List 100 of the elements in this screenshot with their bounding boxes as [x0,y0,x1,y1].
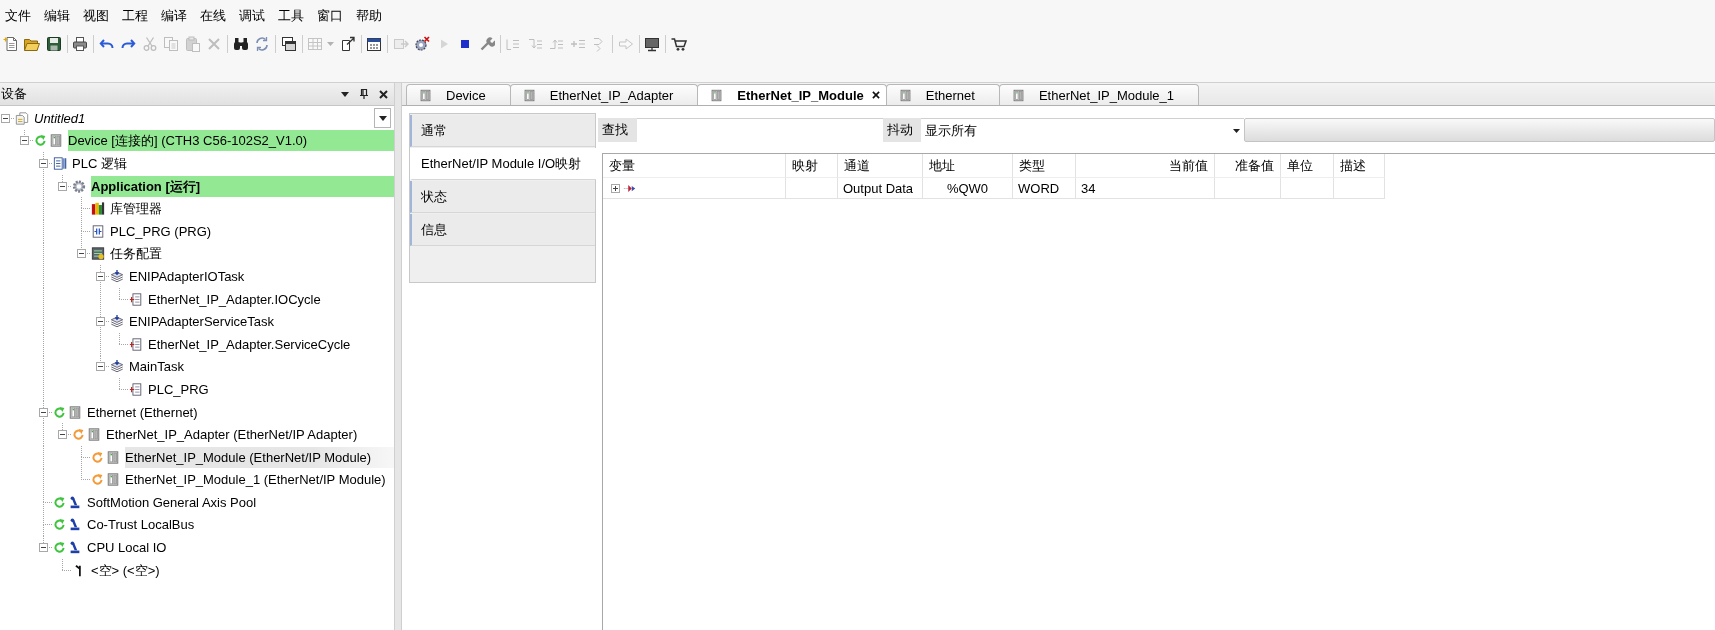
tree-item[interactable]: PLC_PRG (PRG) [110,220,214,242]
cart-icon[interactable] [670,36,687,52]
side-tab[interactable]: EtherNet/IP Module I/O映射 [410,148,596,180]
side-tab[interactable]: 通常 [410,115,595,147]
tree-item[interactable]: EtherNet_IP_Module_1 (EtherNet/IP Module) [125,469,388,491]
tree-item[interactable]: Ethernet (Ethernet) [87,401,200,423]
column-header[interactable]: 变量 [603,154,786,177]
tree-item[interactable]: MainTask [129,356,186,378]
expand-icon[interactable] [611,183,620,193]
editor-tab[interactable]: Device [406,84,511,105]
device-icon [419,88,432,102]
close-icon[interactable] [379,89,388,99]
table-cell [1281,177,1334,199]
editor-tab[interactable]: EtherNet_IP_Module [697,84,887,105]
tree-item[interactable]: PLC 逻辑 [72,153,129,174]
collapse-icon[interactable] [58,430,67,440]
books-icon [91,201,105,217]
side-tab[interactable]: 信息 [410,214,595,246]
column-header[interactable]: 通道 [838,154,923,177]
dropdown-button[interactable] [374,108,391,129]
menu-item[interactable]: 调试 [232,5,272,26]
monitor-icon[interactable] [644,36,661,52]
menu-item[interactable]: 帮助 [349,5,389,26]
document-arrow-icon[interactable] [339,36,356,52]
collapse-icon[interactable] [39,159,48,168]
side-tab[interactable]: 状态 [410,181,595,213]
layers-arrow-icon [110,314,124,330]
device-icon [106,472,120,488]
tree-item[interactable]: 任务配置 [110,243,164,265]
document-plus-icon [129,381,143,397]
tree-item[interactable]: CPU Local IO [87,537,169,559]
calendar-icon[interactable] [366,36,383,52]
close-icon[interactable] [871,91,880,99]
menu-item[interactable]: 工程 [115,5,155,26]
tree-item[interactable]: Co-Trust LocalBus [87,514,197,536]
gear-cross-icon[interactable] [414,36,431,52]
menu-item[interactable]: 编译 [154,5,194,26]
printer-icon[interactable] [72,36,89,52]
device-icon [106,449,120,465]
collapse-icon[interactable] [96,271,105,281]
menu-item[interactable]: 视图 [76,5,116,26]
gear-icon [72,178,86,194]
documents-icon [15,110,29,126]
binoculars-icon[interactable] [232,36,249,52]
tree-item[interactable]: ENIPAdapterIOTask [129,265,247,287]
open-folder-icon[interactable] [24,36,41,52]
tree-item[interactable]: ENIPAdapterServiceTask [129,311,276,333]
table-cell [1334,177,1385,199]
robot-arm-icon [68,517,82,533]
device-icon [522,88,536,102]
tree-item[interactable]: Untitled1 [34,107,88,129]
collapse-icon[interactable] [39,407,48,417]
column-header[interactable]: 描述 [1334,154,1385,177]
collapse-icon[interactable] [20,136,29,146]
collapse-icon[interactable] [1,113,10,123]
collapse-icon[interactable] [96,362,105,372]
tree-item[interactable]: Device [连接的] (CTH3 C56-102S2_V1.0) [68,130,394,152]
collapse-icon[interactable] [77,249,86,259]
tree-item[interactable]: PLC_PRG [148,378,211,400]
device-icon [68,404,82,420]
caret-icon[interactable] [378,115,387,121]
collapse-icon[interactable] [96,317,105,327]
new-file-icon[interactable] [2,36,19,52]
tree-item[interactable]: <空> (<空>) [91,559,162,581]
menu-item[interactable]: 工具 [271,5,311,26]
editor-tab[interactable]: Ethernet [885,84,1000,105]
document-lines-icon [53,156,67,171]
tree-item[interactable]: EtherNet_IP_Adapter.ServiceCycle [148,333,353,355]
column-header[interactable]: 准备值 [1215,154,1281,177]
editor-tab[interactable]: EtherNet_IP_Adapter [509,84,699,105]
column-header[interactable]: 地址 [923,154,1013,177]
circular-arrows-icon[interactable] [254,36,271,52]
menu-item[interactable]: 窗口 [310,5,350,26]
tree-item[interactable]: SoftMotion General Axis Pool [87,491,259,513]
menu-item[interactable]: 文件 [0,5,38,26]
tree-item[interactable]: Application [运行] [91,175,394,197]
collapse-icon[interactable] [39,543,48,553]
column-header[interactable]: 单位 [1281,154,1334,177]
tree-item[interactable]: 库管理器 [110,198,164,220]
column-header[interactable]: 类型 [1013,154,1076,177]
tree-item[interactable]: EtherNet_IP_Adapter.IOCycle [148,288,323,310]
panel-title: 设备 [0,85,27,103]
device-icon [49,133,63,149]
menu-item[interactable]: 编辑 [37,5,77,26]
caret-icon[interactable] [341,91,349,97]
pin-icon[interactable] [360,89,368,99]
tree-item[interactable]: EtherNet_IP_Adapter (EtherNet/IP Adapter) [106,424,360,446]
column-header[interactable]: 映射 [786,154,838,177]
layers-arrow-icon [110,359,124,375]
caret-icon[interactable] [1233,128,1240,133]
device-icon [87,427,101,443]
table-cell: WORD [1013,177,1076,199]
windows-icon[interactable] [280,36,297,52]
filter-label: 抖动 [883,118,921,142]
collapse-icon[interactable] [58,181,67,191]
editor-tab[interactable]: EtherNet_IP_Module_1 [998,84,1200,105]
device-icon [898,88,912,102]
column-header[interactable]: 当前值 [1076,154,1215,177]
menu-item[interactable]: 在线 [193,5,233,26]
tree-item[interactable]: EtherNet_IP_Module (EtherNet/IP Module) [125,446,394,468]
